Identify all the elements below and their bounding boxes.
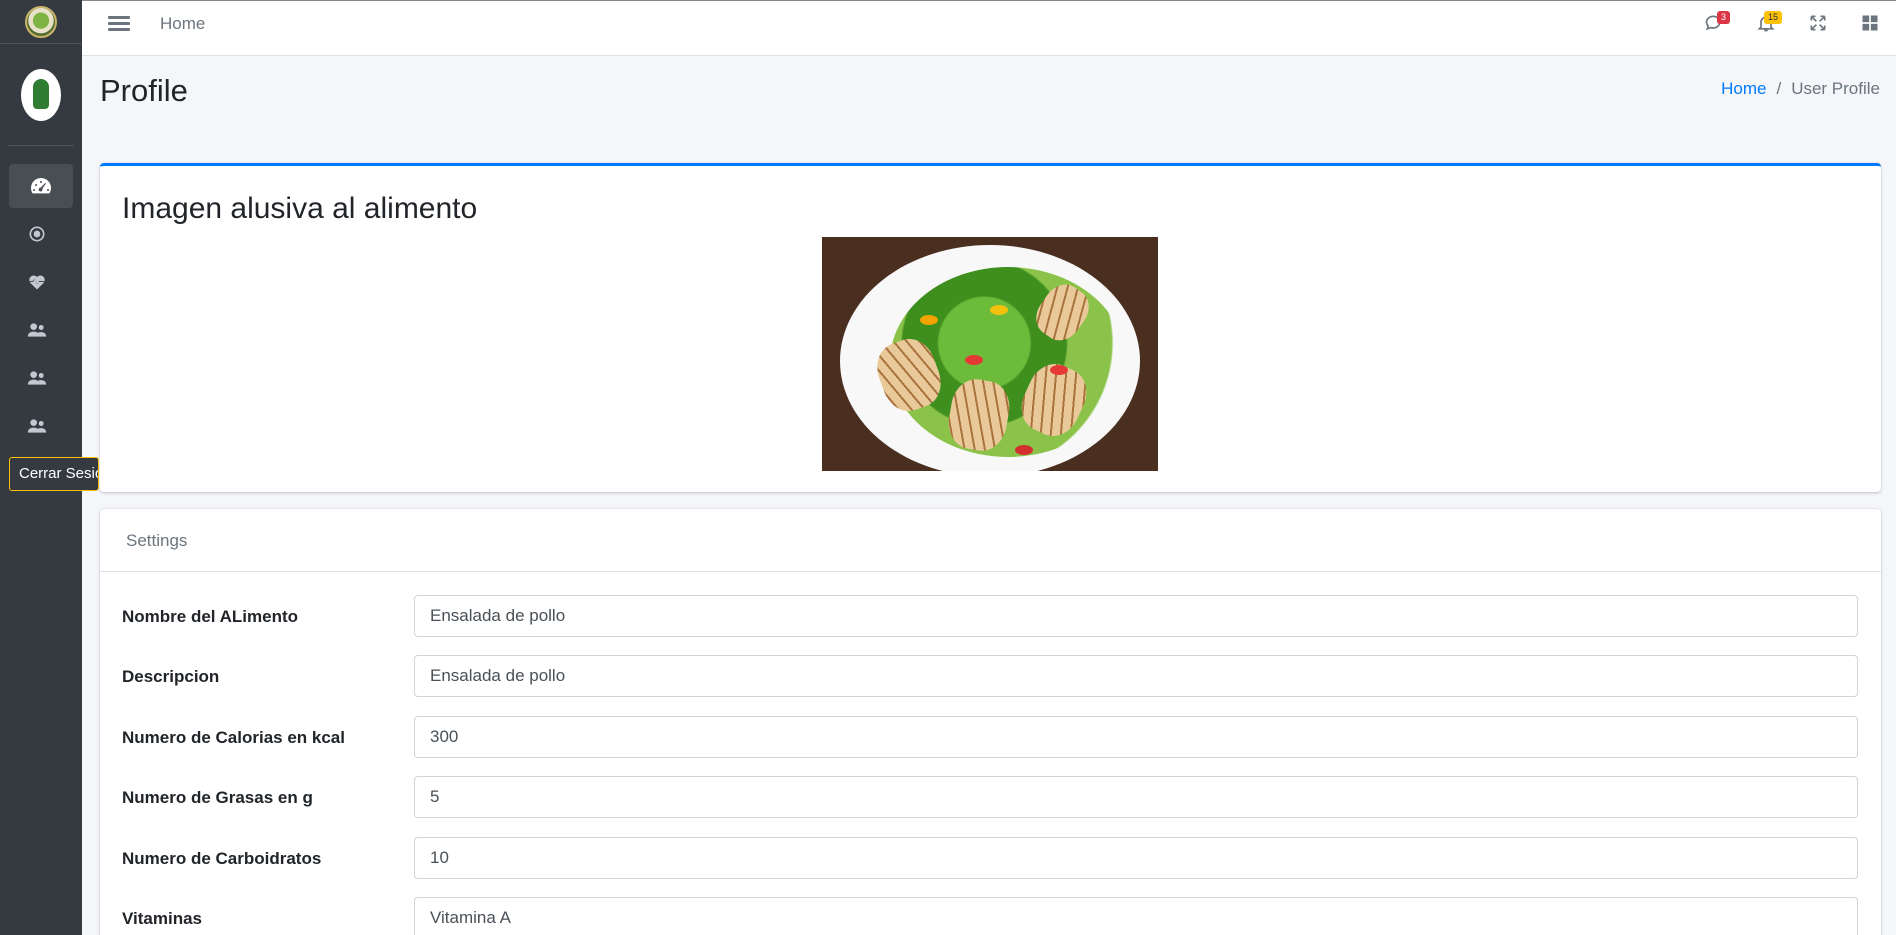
- form-row: Numero de Grasas en g: [100, 776, 1881, 820]
- food-name-input[interactable]: [414, 595, 1858, 637]
- control-sidebar-button[interactable]: [1844, 1, 1896, 45]
- food-image-card: Imagen alusiva al alimento: [100, 163, 1881, 492]
- sidebar-item-dashboard[interactable]: [9, 164, 73, 208]
- users-icon: [27, 323, 47, 337]
- top-icons: 3 15: [1688, 1, 1896, 45]
- brand[interactable]: [0, 0, 82, 44]
- sidebar-item-health[interactable]: [9, 260, 73, 304]
- settings-tab[interactable]: Settings: [100, 509, 1881, 572]
- notifications-badge: 15: [1763, 11, 1782, 24]
- notifications-button[interactable]: 15: [1740, 1, 1792, 45]
- food-image: [822, 237, 1158, 471]
- tachometer-icon: [31, 178, 51, 194]
- circle-dot-icon: [29, 226, 45, 242]
- form-row: Numero de Carboidratos: [100, 837, 1881, 881]
- heartbeat-icon: [29, 275, 45, 290]
- description-input[interactable]: [414, 655, 1858, 697]
- sidebar-nav: [0, 164, 82, 448]
- breadcrumb-separator: /: [1776, 79, 1782, 98]
- page-title: Profile: [100, 73, 188, 108]
- form-row: Vitaminas: [100, 897, 1881, 935]
- brand-logo[interactable]: [25, 5, 57, 38]
- form-row: Nombre del ALimento: [100, 595, 1881, 639]
- food-image-title: Imagen alusiva al alimento: [122, 192, 478, 225]
- field-label: Numero de Grasas en g: [122, 788, 313, 807]
- sidebar-item-users-3[interactable]: [9, 404, 73, 448]
- fullscreen-button[interactable]: [1792, 1, 1844, 45]
- form-row: Descripcion: [100, 655, 1881, 699]
- carbohydrates-input[interactable]: [414, 837, 1858, 879]
- top-navbar: Home 3 15: [82, 0, 1896, 56]
- breadcrumb-home-link[interactable]: Home: [1721, 79, 1766, 99]
- breadcrumb-current: User Profile: [1791, 79, 1880, 98]
- sidebar-item-circle[interactable]: [9, 212, 73, 256]
- expand-icon: [1810, 15, 1826, 31]
- settings-card: Settings Nombre del ALimento Descripcion…: [100, 509, 1881, 935]
- avatar[interactable]: [21, 68, 61, 121]
- sidebar-item-users-2[interactable]: [9, 356, 73, 400]
- users-icon: [27, 371, 47, 385]
- field-label: Numero de Calorias en kcal: [122, 728, 345, 747]
- user-panel: [8, 44, 74, 146]
- calories-input[interactable]: [414, 716, 1858, 758]
- field-label: Descripcion: [122, 667, 220, 686]
- sidebar-item-users-1[interactable]: [9, 308, 73, 352]
- vitamins-input[interactable]: [414, 897, 1858, 935]
- top-nav-home-link[interactable]: Home: [160, 14, 205, 34]
- breadcrumb: Home / User Profile: [1721, 79, 1880, 99]
- field-label: Nombre del ALimento: [122, 607, 298, 626]
- field-label: Numero de Carboidratos: [122, 849, 322, 868]
- field-label: Vitaminas: [122, 909, 203, 928]
- fats-input[interactable]: [414, 776, 1858, 818]
- logout-button[interactable]: Cerrar Sesión: [9, 457, 99, 491]
- messages-badge: 3: [1716, 11, 1730, 24]
- form-row: Numero de Calorias en kcal: [100, 716, 1881, 760]
- messages-button[interactable]: 3: [1688, 1, 1740, 45]
- grid-icon: [1862, 15, 1878, 31]
- users-icon: [27, 419, 47, 433]
- menu-toggle-icon[interactable]: [108, 13, 130, 35]
